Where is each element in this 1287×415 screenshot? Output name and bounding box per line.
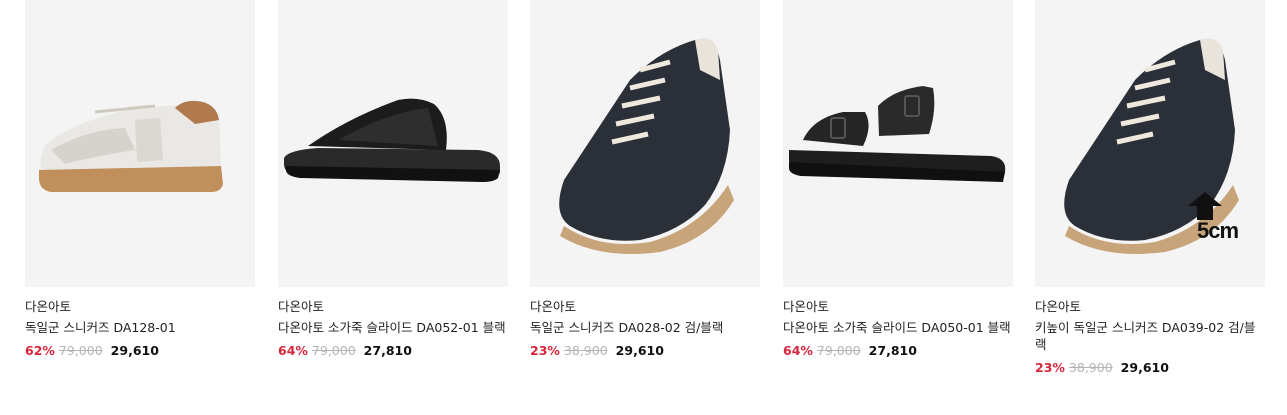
original-price: 38,900 [1068,360,1113,375]
product-brand: 다온아토 [25,299,72,314]
product-image[interactable] [278,0,508,287]
discount-rate: 23% [1035,360,1065,375]
original-price: 79,000 [58,343,103,358]
product-price: 64% 79,000 27,810 [278,343,508,359]
product-brand: 다온아토 [783,299,830,314]
original-price: 79,000 [311,343,356,358]
white-sneaker-icon [39,100,223,192]
sale-price: 27,810 [868,343,917,358]
discount-rate: 23% [530,343,560,358]
product-brand: 다온아토 [530,299,577,314]
discount-rate: 62% [25,343,55,358]
product-image[interactable]: 5cm [1035,0,1265,287]
black-sneaker-icon [559,38,734,254]
product-price: 62% 79,000 29,610 [25,343,255,359]
black-buckle-slide-icon [789,86,1006,182]
product-price: 23% 38,900 29,610 [530,343,760,359]
product-name[interactable]: 다온아토 소가죽 슬라이드 DA052-01 블랙 [278,319,508,336]
product-card[interactable]: 다온아토 독일군 스니커즈 DA128-01 62% 79,000 29,610 [25,0,255,359]
discount-rate: 64% [278,343,308,358]
height-badge: 5cm [1197,218,1239,243]
sale-price: 29,610 [1120,360,1169,375]
sale-price: 27,810 [363,343,412,358]
product-card[interactable]: 다온아토 다온아토 소가죽 슬라이드 DA050-01 블랙 64% 79,000… [783,0,1013,359]
product-price: 64% 79,000 27,810 [783,343,1013,359]
product-image[interactable] [25,0,255,287]
product-image[interactable] [783,0,1013,287]
product-price: 23% 38,900 29,610 [1035,360,1265,376]
product-name[interactable]: 독일군 스니커즈 DA028-02 검/블랙 [530,319,760,336]
product-brand: 다온아토 [278,299,325,314]
product-card[interactable]: 5cm 다온아토 키높이 독일군 스니커즈 DA039-02 검/블랙 23% 3… [1035,0,1265,376]
original-price: 38,900 [563,343,608,358]
product-grid: 다온아토 독일군 스니커즈 DA128-01 62% 79,000 29,610 다… [0,0,1287,415]
product-brand: 다온아토 [1035,299,1082,314]
sale-price: 29,610 [110,343,159,358]
product-card[interactable]: 다온아토 다온아토 소가죽 슬라이드 DA052-01 블랙 64% 79,000… [278,0,508,359]
product-name[interactable]: 키높이 독일군 스니커즈 DA039-02 검/블랙 [1035,319,1265,353]
product-image[interactable] [530,0,760,287]
product-name[interactable]: 독일군 스니커즈 DA128-01 [25,319,255,336]
product-name[interactable]: 다온아토 소가죽 슬라이드 DA050-01 블랙 [783,319,1013,336]
discount-rate: 64% [783,343,813,358]
black-cross-slide-icon [284,98,500,182]
product-card[interactable]: 다온아토 독일군 스니커즈 DA028-02 검/블랙 23% 38,900 29,… [530,0,760,359]
original-price: 79,000 [816,343,861,358]
sale-price: 29,610 [615,343,664,358]
